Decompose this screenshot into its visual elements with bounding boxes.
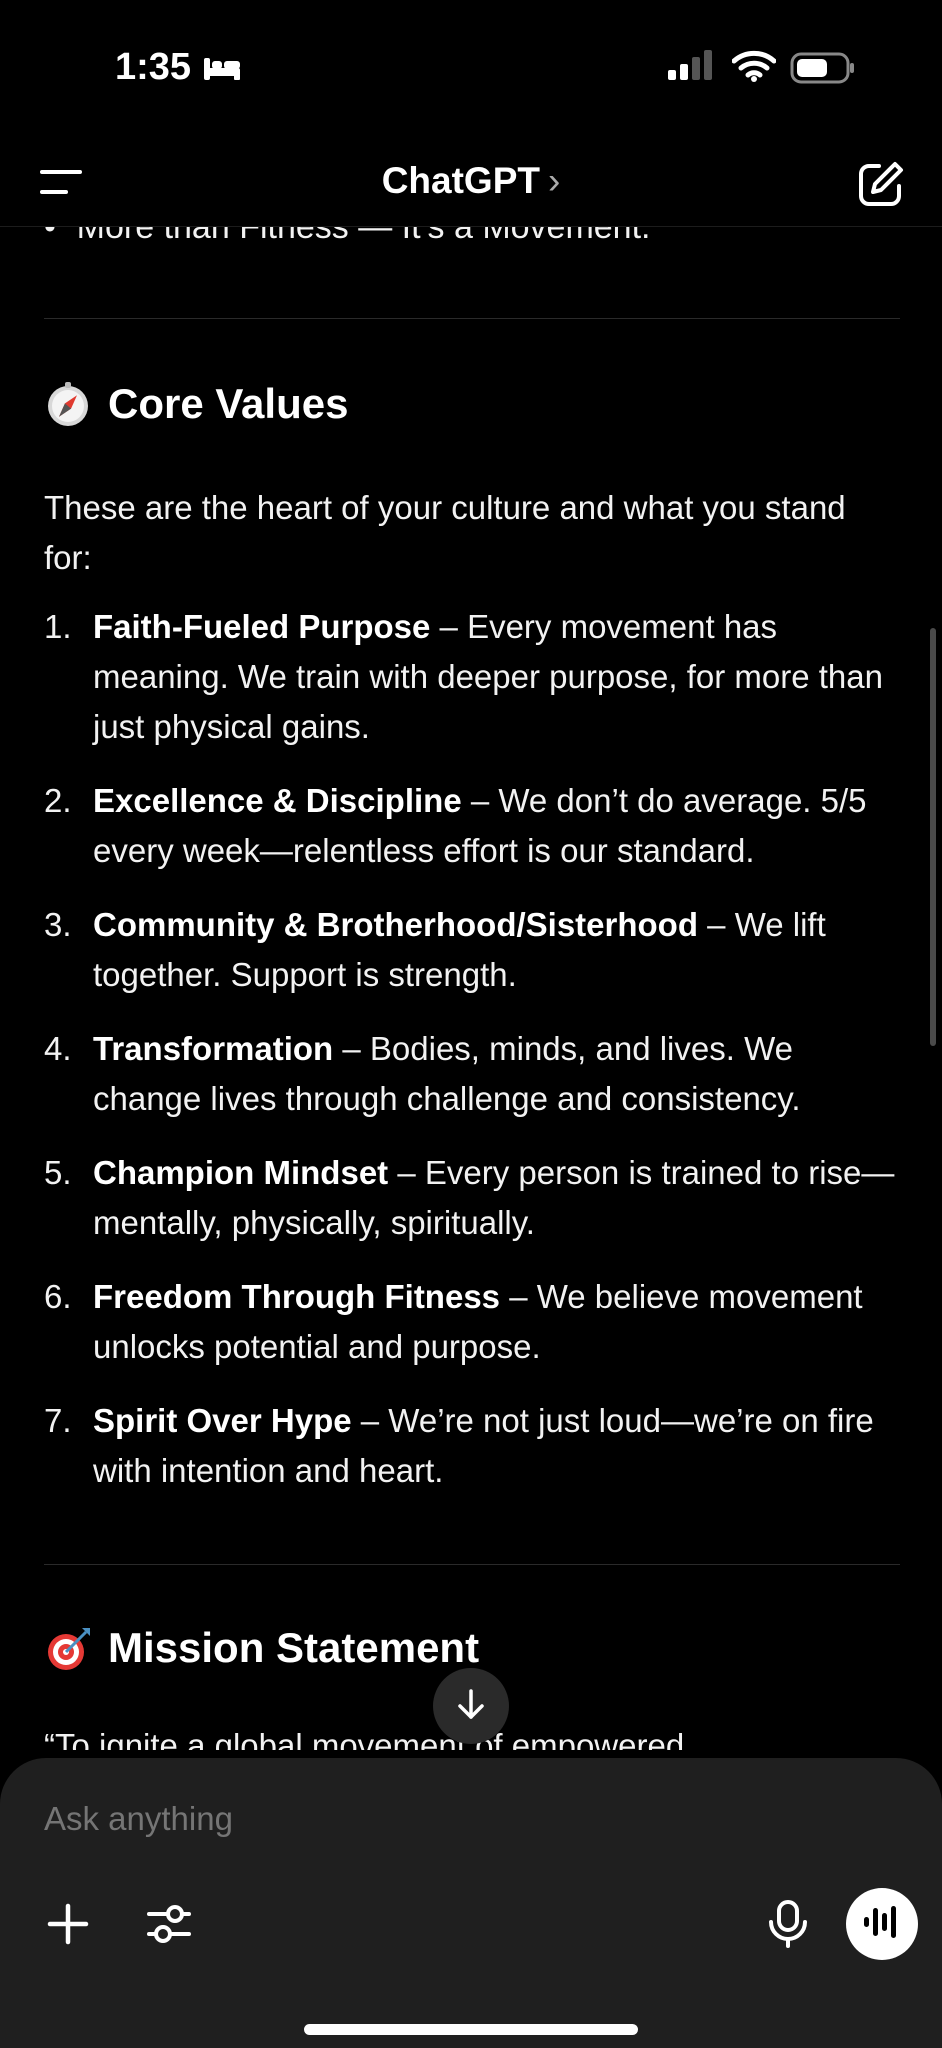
core-values-title: Core Values: [108, 380, 349, 427]
signal-icon: [668, 50, 716, 85]
message-composer: [0, 1758, 942, 2048]
core-values-heading: Core Values: [44, 380, 348, 428]
status-bar: 1:35: [0, 0, 942, 140]
voice-mode-button[interactable]: [846, 1888, 918, 1960]
message-input[interactable]: [44, 1800, 744, 1838]
home-indicator: [304, 2024, 638, 2035]
microphone-icon[interactable]: [765, 1898, 811, 1950]
voice-mode-icon: [862, 1904, 902, 1945]
chat-message-content: • “More than Fitness — It’s a Movement.”…: [0, 190, 942, 1750]
bed-icon: [202, 54, 242, 87]
page-title: ChatGPT: [381, 160, 540, 201]
target-emoji-icon: [44, 1624, 92, 1672]
plus-icon[interactable]: [44, 1900, 92, 1948]
scrollbar[interactable]: [930, 628, 936, 1046]
chevron-right-icon: ›: [547, 160, 561, 201]
compass-emoji-icon: [44, 380, 92, 428]
arrow-down-icon: [454, 1687, 488, 1726]
divider: [44, 318, 900, 319]
core-values-intro: These are the heart of your culture and …: [44, 489, 846, 576]
list-item: 2. Excellence & Discipline – We don’t do …: [44, 782, 867, 869]
wifi-icon: [731, 50, 777, 87]
status-time: 1:35: [115, 46, 192, 88]
list-item: 7. Spirit Over Hype – We’re not just loud…: [44, 1402, 874, 1489]
list-item: 5. Champion Mindset – Every person is tra…: [44, 1154, 895, 1241]
list-item: 3. Community & Brotherhood/Sisterhood – W…: [44, 906, 826, 993]
mission-statement-text: “To ignite a global movement of empowere…: [44, 1727, 685, 1750]
divider: [44, 1564, 900, 1565]
battery-icon: [790, 52, 856, 89]
model-selector[interactable]: ChatGPT ›: [0, 160, 942, 202]
top-navigation-bar: ChatGPT ›: [0, 140, 942, 227]
scroll-to-bottom-button[interactable]: [433, 1668, 509, 1744]
mission-statement-title: Mission Statement: [108, 1624, 480, 1671]
new-chat-icon[interactable]: [855, 158, 907, 210]
list-item: 6. Freedom Through Fitness – We believe m…: [44, 1278, 863, 1365]
mission-statement-heading: Mission Statement: [44, 1624, 479, 1672]
core-values-list: 1. Faith-Fueled Purpose – Every movement …: [44, 602, 904, 1520]
list-item: 1. Faith-Fueled Purpose – Every movement …: [44, 608, 883, 745]
list-item: 4. Transformation – Bodies, minds, and li…: [44, 1030, 801, 1117]
tools-icon[interactable]: [145, 1900, 193, 1948]
